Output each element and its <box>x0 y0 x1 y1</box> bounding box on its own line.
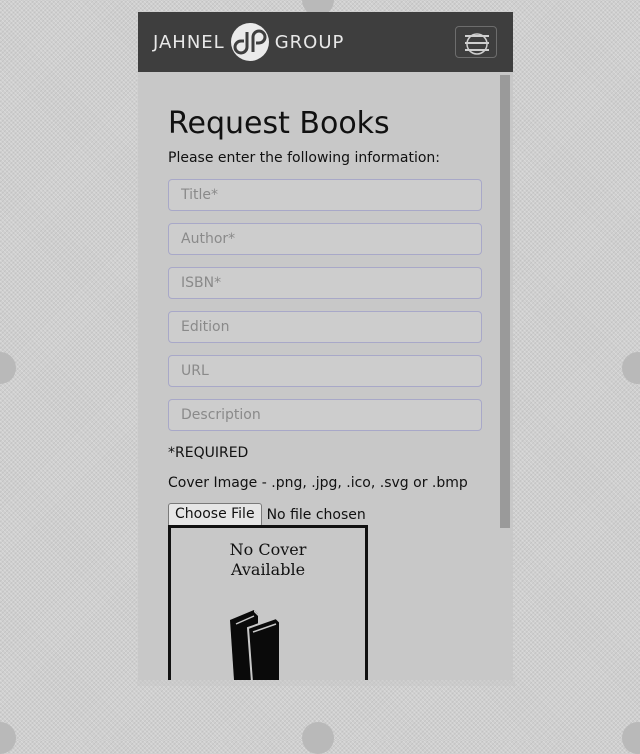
url-input[interactable] <box>168 355 482 387</box>
isbn-input[interactable] <box>168 267 482 299</box>
navbar: JAHNEL GROUP <box>138 12 513 72</box>
hamburger-menu-icon <box>465 33 489 55</box>
scrollbar[interactable] <box>500 75 510 528</box>
background-dot <box>622 722 640 754</box>
page-title: Request Books <box>168 106 390 141</box>
viewport-bottom-edge <box>137 680 515 686</box>
file-picker: Choose File No file chosen <box>168 503 366 527</box>
brand-logo[interactable]: JAHNEL GROUP <box>153 22 344 62</box>
no-cover-line-2: Available <box>230 560 306 579</box>
no-file-text: No file chosen <box>266 507 366 523</box>
background-dot <box>0 722 16 754</box>
no-cover-line-1: No Cover <box>229 540 307 559</box>
jg-logo-mark-icon <box>230 23 269 61</box>
choose-file-button[interactable]: Choose File <box>168 503 262 527</box>
title-input[interactable] <box>168 179 482 211</box>
cover-preview: No Cover Available <box>168 525 368 680</box>
background-dot <box>622 352 640 384</box>
author-input[interactable] <box>168 223 482 255</box>
brand-name-left: JAHNEL <box>153 31 225 53</box>
background-dot <box>0 352 16 384</box>
no-cover-text: No Cover Available <box>171 540 365 580</box>
menu-toggle-button[interactable] <box>455 26 497 58</box>
brand-name-right: GROUP <box>274 31 345 53</box>
background-dot <box>302 722 334 754</box>
books-icon <box>230 610 281 680</box>
description-input[interactable] <box>168 399 482 431</box>
mobile-viewport: JAHNEL GROUP Request Books Please enter … <box>138 12 513 680</box>
cover-image-label: Cover Image - .png, .jpg, .ico, .svg or … <box>168 475 468 491</box>
form-intro: Please enter the following information: <box>168 150 441 166</box>
edition-input[interactable] <box>168 311 482 343</box>
required-note: *REQUIRED <box>168 445 249 461</box>
